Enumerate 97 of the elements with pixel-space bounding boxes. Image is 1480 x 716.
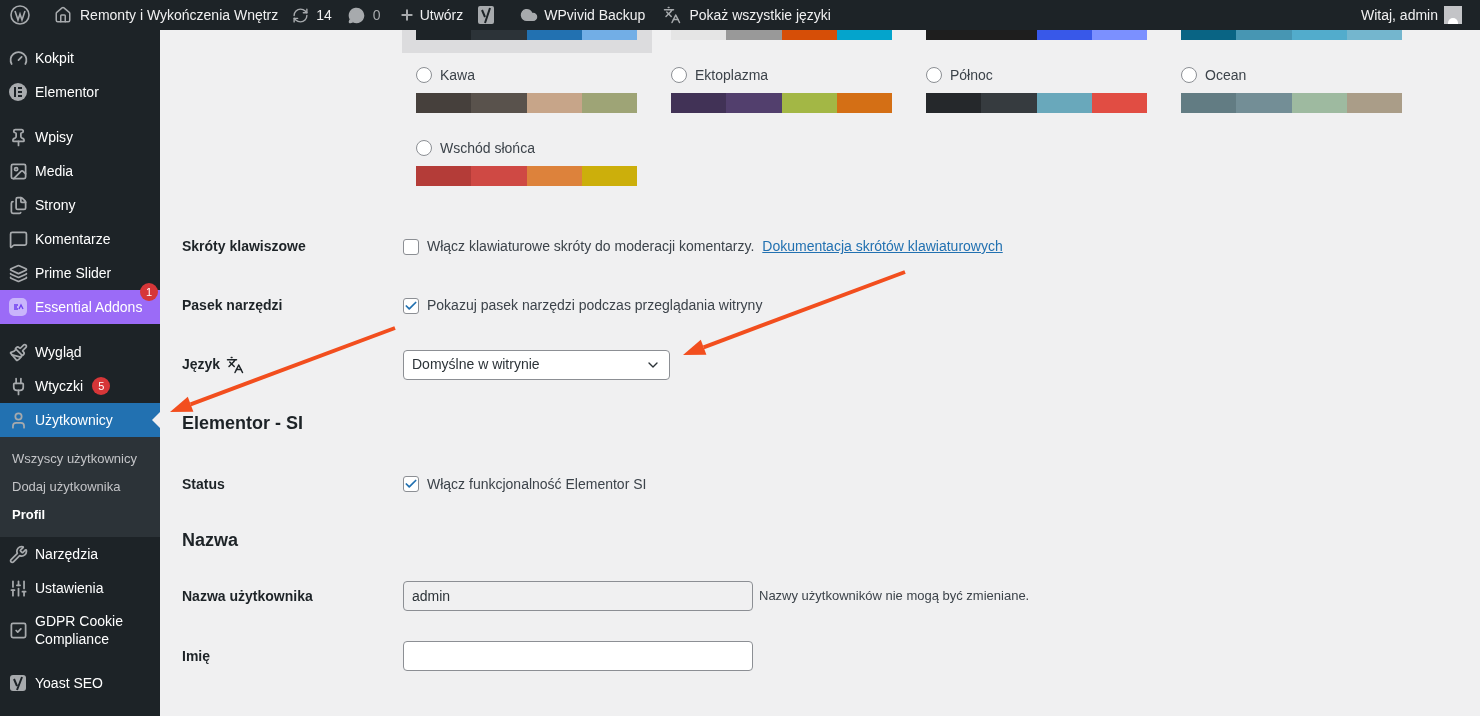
color-scheme-option[interactable]: Wschód słońca <box>402 126 652 199</box>
documentation-link[interactable]: Dokumentacja skrótów klawiaturowych <box>762 236 1003 257</box>
comments-icon <box>347 6 365 24</box>
site-name-link[interactable]: Remonty i Wykończenia Wnętrz <box>80 4 279 26</box>
cloud-icon <box>520 6 539 24</box>
menu-item[interactable]: Strony <box>0 188 160 222</box>
translate-icon <box>226 355 245 374</box>
color-scheme-option[interactable]: Ektoplazma <box>657 53 907 126</box>
menu-item[interactable]: Wtyczki 5 <box>0 369 160 403</box>
section-heading: Elementor - SI <box>182 412 305 435</box>
menu-item[interactable]: Kokpit <box>0 41 160 75</box>
menu-item[interactable]: Yoast SEO <box>0 666 160 700</box>
menu-label: Media <box>35 162 74 180</box>
color-scheme-option[interactable]: Ocean <box>1167 53 1417 126</box>
menu-item[interactable]: Wpisy <box>0 120 160 154</box>
scheme-name: Wschód słońca <box>440 138 535 158</box>
layers-icon <box>8 263 28 283</box>
comment-icon <box>8 229 28 249</box>
sliders-icon <box>8 578 28 598</box>
menu-label: Elementor <box>35 83 99 101</box>
submenu-item[interactable]: Dodaj użytkownika <box>0 473 160 501</box>
menu-item[interactable]: Komentarze <box>0 222 160 256</box>
menu-item[interactable]: Elementor <box>0 75 160 109</box>
count-badge: 5 <box>92 377 111 395</box>
menu-label: Narzędzia <box>35 545 99 563</box>
radio-button[interactable] <box>416 67 432 83</box>
checkbox-icon <box>8 620 28 640</box>
menu-label: Yoast SEO <box>35 674 103 692</box>
menu-item[interactable]: Wygląd <box>0 335 160 369</box>
menu-label: Prime Slider <box>35 264 112 282</box>
updates-count[interactable]: 14 <box>316 4 332 26</box>
scheme-name: Ektoplazma <box>695 65 769 85</box>
field-note: Nazwy użytkowników nie mogą być zmieniane. <box>759 587 1030 606</box>
brush-icon <box>8 342 28 362</box>
submenu-item[interactable]: Profil <box>0 501 160 529</box>
field-label: Skróty klawiszowe <box>182 237 307 256</box>
menu-label: Wpisy <box>35 128 74 146</box>
addons-icon <box>8 297 28 317</box>
field-label: Imię <box>182 646 211 666</box>
menu-label: Wtyczki <box>35 377 84 395</box>
first-name-field[interactable] <box>403 641 753 671</box>
color-scheme-option[interactable]: Kawa <box>402 53 652 126</box>
gauge-icon <box>8 48 28 68</box>
field-label: Pasek narzędzi <box>182 296 284 315</box>
avatar-icon <box>1444 6 1462 24</box>
language-select[interactable]: Domyślne w witrynie <box>403 349 670 380</box>
backup-link[interactable]: WPvivid Backup <box>544 4 646 26</box>
radio-button[interactable] <box>1181 67 1197 83</box>
menu-label: GDPR Cookie Compliance <box>35 612 124 648</box>
radio-button[interactable] <box>926 67 942 83</box>
image-icon <box>8 161 28 181</box>
color-scheme-option[interactable] <box>402 30 652 53</box>
count-badge: 1 <box>140 283 158 301</box>
color-scheme-option[interactable]: Północ <box>912 53 1162 126</box>
option-text: Włącz klawiaturowe skróty do moderacji komentarzy. <box>427 237 755 256</box>
checkbox[interactable] <box>403 297 419 314</box>
yoast-icon <box>8 673 28 693</box>
greeting[interactable]: Witaj, admin <box>1360 4 1438 26</box>
checkbox[interactable] <box>403 238 419 255</box>
menu-item[interactable]: Ustawienia <box>0 571 160 605</box>
wordpress-logo-icon[interactable] <box>10 5 30 25</box>
new-link[interactable]: Utwórz <box>419 4 464 26</box>
pages-icon <box>8 195 28 215</box>
plus-icon <box>398 7 415 23</box>
languages-icon <box>663 6 682 24</box>
menu-item[interactable]: Media <box>0 154 160 188</box>
menu-label: Strony <box>35 196 76 214</box>
elementor-icon <box>8 82 28 102</box>
menu-label: Ustawienia <box>35 579 104 597</box>
scheme-name: Kawa <box>440 65 476 85</box>
field-label: Status <box>182 474 226 494</box>
menu-label: Essential Addons <box>35 298 143 316</box>
submenu-item[interactable]: Wszyscy użytkownicy <box>0 445 160 473</box>
menu-item[interactable]: Narzędzia <box>0 537 160 571</box>
menu-item[interactable]: Użytkownicy <box>0 403 160 437</box>
wrench-icon <box>8 544 28 564</box>
section-heading: Nazwa <box>182 528 240 552</box>
updates-icon <box>292 6 310 24</box>
radio-button[interactable] <box>671 67 687 83</box>
field-label: Język <box>182 355 221 374</box>
menu-label: Użytkownicy <box>35 411 113 429</box>
languages-link[interactable]: Pokaż wszystkie języki <box>689 4 831 26</box>
option-text: Pokazuj pasek narzędzi podczas przeglądania witryny <box>427 296 763 315</box>
scheme-name: Ocean <box>1205 65 1247 85</box>
menu-item[interactable]: GDPR Cookie Compliance <box>0 605 160 655</box>
comments-count[interactable]: 0 <box>372 4 381 26</box>
menu-label: Komentarze <box>35 230 111 248</box>
option-text: Włącz funkcjonalność Elementor SI <box>427 474 647 494</box>
yoast-icon[interactable] <box>478 5 495 25</box>
menu-label: Kokpit <box>35 49 74 67</box>
scheme-name: Północ <box>950 65 993 85</box>
checkbox[interactable] <box>403 476 419 492</box>
menu-label: Wygląd <box>35 343 82 361</box>
radio-button[interactable] <box>416 140 432 156</box>
field-label: Nazwa użytkownika <box>182 586 314 606</box>
home-icon <box>54 6 72 24</box>
current-pointer-icon <box>152 412 160 428</box>
